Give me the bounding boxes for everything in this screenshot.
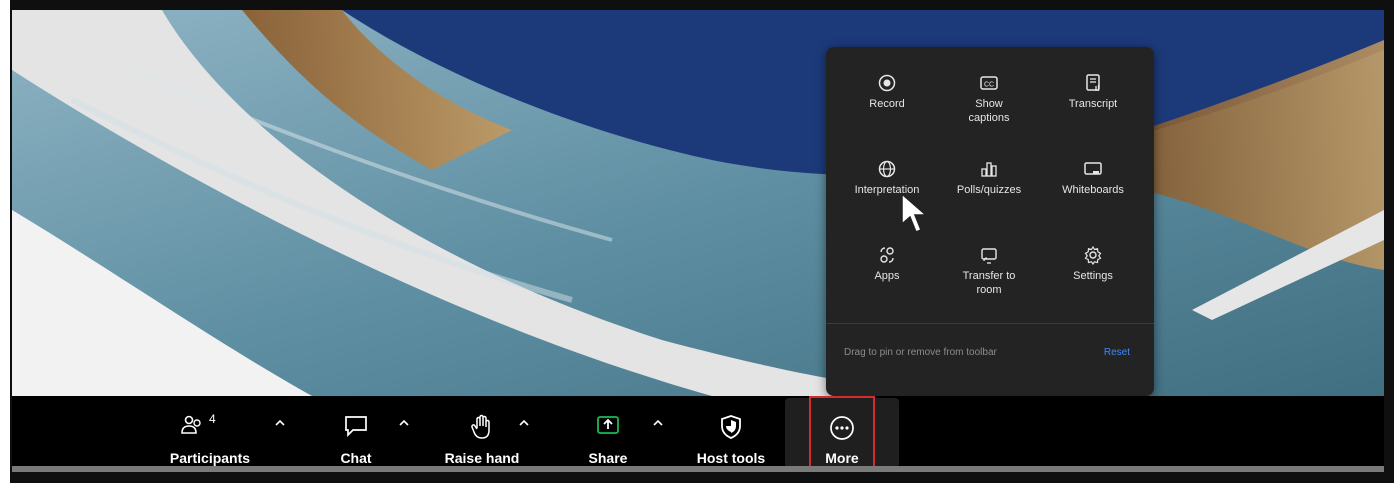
mouse-cursor-icon	[901, 192, 928, 233]
menu-item-transcript[interactable]: Transcript	[1038, 73, 1148, 111]
participants-label: Participants	[169, 450, 251, 466]
participants-button[interactable]: 4 Participants	[162, 396, 258, 466]
chat-options-caret-icon[interactable]	[397, 416, 411, 430]
share-button[interactable]: Share	[578, 396, 638, 466]
chat-label: Chat	[340, 450, 372, 466]
transcript-icon	[1086, 74, 1100, 91]
raise-hand-button[interactable]: Raise hand	[432, 396, 532, 466]
apps-icon	[880, 247, 894, 263]
share-screen-icon	[597, 416, 619, 434]
menu-item-label: Settings	[1073, 270, 1113, 282]
shared-video-background	[12, 10, 1384, 396]
panel-footer: Drag to pin or remove from toolbar Reset	[844, 347, 1130, 358]
share-label: Share	[588, 450, 628, 466]
record-icon	[878, 74, 896, 92]
participant-count: 4	[209, 414, 216, 426]
captions-icon: CC	[980, 76, 998, 90]
panel-divider	[826, 323, 1154, 324]
menu-item-settings[interactable]: Settings	[1038, 245, 1148, 283]
menu-item-label: Whiteboards	[1062, 184, 1124, 196]
menu-item-label: Transfer to room	[962, 270, 1016, 296]
menu-item-show-captions[interactable]: CC Show captions	[934, 73, 1044, 125]
chat-bubble-icon	[345, 416, 367, 438]
menu-item-apps[interactable]: Apps	[832, 245, 942, 283]
share-options-caret-icon[interactable]	[651, 416, 665, 430]
host-tools-label: Host tools	[696, 450, 766, 466]
raise-hand-label: Raise hand	[444, 450, 520, 466]
reset-button[interactable]: Reset	[1104, 347, 1130, 358]
participants-icon: 4	[181, 414, 216, 434]
raise-hand-options-caret-icon[interactable]	[517, 416, 531, 430]
shield-icon	[721, 415, 741, 439]
host-tools-button[interactable]: Host tools	[686, 396, 776, 466]
menu-item-label: Transcript	[1068, 98, 1118, 110]
svg-text:CC: CC	[984, 82, 994, 89]
menu-item-label: Record	[869, 98, 905, 110]
menu-item-transfer-to-room[interactable]: Transfer to room	[934, 245, 1044, 297]
raise-hand-icon	[471, 414, 490, 439]
polls-icon	[981, 162, 997, 177]
globe-icon	[878, 160, 896, 178]
menu-item-polls-quizzes[interactable]: Polls/quizzes	[934, 159, 1044, 197]
transfer-icon	[981, 248, 997, 264]
chat-button[interactable]: Chat	[326, 396, 386, 466]
more-button-highlight	[809, 396, 875, 468]
menu-item-label: Polls/quizzes	[956, 184, 1022, 196]
waterfall-background-image	[12, 10, 1384, 396]
gear-icon	[1084, 245, 1102, 265]
drag-hint-text: Drag to pin or remove from toolbar	[844, 347, 997, 358]
window-bottom-edge	[12, 466, 1384, 472]
menu-item-label: Apps	[874, 270, 900, 282]
whiteboard-icon	[1084, 162, 1102, 175]
menu-item-whiteboards[interactable]: Whiteboards	[1038, 159, 1148, 197]
participants-options-caret-icon[interactable]	[273, 416, 287, 430]
menu-item-label: Show captions	[968, 98, 1010, 124]
more-menu-panel: Record CC Show captions Transcript Inter…	[826, 47, 1154, 396]
meeting-toolbar: 4 Participants Chat Raise hand Share Hos…	[12, 396, 1384, 466]
menu-item-record[interactable]: Record	[832, 73, 942, 111]
